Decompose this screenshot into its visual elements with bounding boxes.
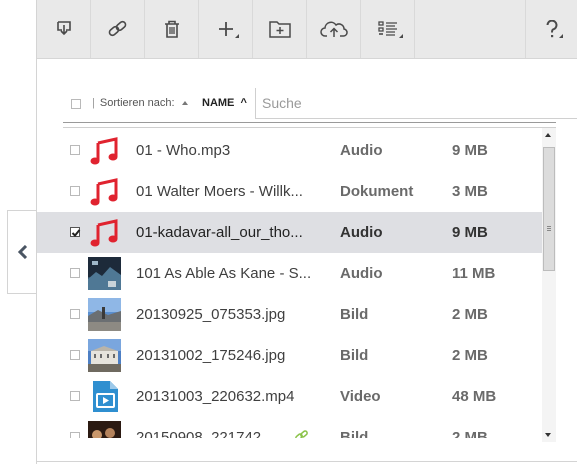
file-size: 11 MB [452, 265, 496, 282]
file-name: 20131002_175246.jpg [136, 347, 286, 364]
file-name: 01 - Who.mp3 [136, 142, 231, 159]
sort-field-toggle[interactable]: NAME ^ [202, 97, 247, 109]
scroll-up-arrow-icon[interactable] [545, 133, 551, 137]
file-row-selected[interactable]: 01-kadavar-all_our_tho... Audio 9 MB [37, 212, 542, 253]
trash-icon [164, 20, 179, 38]
file-type: Bild [340, 347, 369, 364]
add-button[interactable] [199, 0, 253, 58]
row-checkbox[interactable] [70, 309, 80, 319]
dropdown-corner-icon [399, 34, 403, 38]
file-name: 20131003_220632.mp4 [136, 388, 295, 405]
list-view-icon [377, 21, 397, 36]
sort-selector[interactable]: | Sortieren nach: [92, 97, 188, 109]
dropdown-corner-icon [235, 34, 239, 38]
row-checkbox[interactable] [70, 391, 80, 401]
folder-plus-icon [268, 21, 291, 38]
file-row[interactable]: 01 - Who.mp3 Audio 9 MB [37, 130, 542, 171]
file-size: 48 MB [452, 388, 497, 405]
file-row[interactable]: 20130925_075353.jpg Bild 2 MB [37, 294, 542, 335]
shared-link-icon [295, 430, 308, 438]
vertical-scrollbar[interactable] [542, 128, 556, 442]
scroll-down-arrow-icon[interactable] [545, 433, 551, 437]
photo-thumbnail [88, 298, 121, 331]
file-row[interactable]: 20150908_221742 Bild 2 MB [37, 417, 542, 438]
toolbar-spacer [415, 0, 526, 58]
download-button[interactable] [37, 0, 91, 58]
dropdown-corner-icon [559, 34, 563, 38]
file-size: 2 MB [452, 306, 488, 323]
row-checkbox[interactable] [70, 145, 80, 155]
file-name: 20150908_221742 [136, 429, 262, 438]
file-row[interactable]: 101 As Able As Kane - S... Audio 11 MB [37, 253, 542, 294]
file-type: Audio [340, 224, 383, 241]
sort-dropdown-icon [181, 101, 188, 105]
photo-thumbnail [88, 339, 121, 372]
file-name: 101 As Able As Kane - S... [136, 265, 312, 282]
file-size: 9 MB [452, 224, 488, 241]
file-row[interactable]: 20131002_175246.jpg Bild 2 MB [37, 335, 542, 376]
sort-label: Sortieren nach: [99, 97, 175, 109]
download-icon [56, 21, 71, 36]
list-controls: | Sortieren nach: NAME ^ [37, 88, 577, 120]
collapse-panel-tab[interactable] [7, 210, 37, 294]
music-icon [90, 219, 118, 247]
photo-thumbnail [88, 421, 121, 438]
video-file-icon [93, 381, 118, 412]
file-type: Audio [340, 265, 383, 282]
file-list: 01 - Who.mp3 Audio 9 MB 01 Walter Moers … [37, 128, 542, 438]
file-type: Audio [340, 142, 383, 159]
cloud-upload-icon [319, 21, 348, 37]
file-type: Video [340, 388, 381, 405]
file-size: 2 MB [452, 347, 488, 364]
row-checkbox-checked[interactable] [70, 227, 81, 237]
view-mode-button[interactable] [361, 0, 415, 58]
album-cover-thumbnail [88, 257, 121, 290]
scrollbar-thumb[interactable] [543, 147, 555, 271]
sort-direction-icon: ^ [240, 97, 247, 109]
upload-button[interactable] [307, 0, 361, 58]
file-size: 2 MB [452, 429, 488, 438]
plus-icon [218, 22, 233, 36]
file-type: Dokument [340, 183, 414, 200]
chevron-left-icon [17, 245, 27, 259]
music-icon [90, 178, 118, 206]
link-icon [108, 20, 126, 37]
search-input[interactable] [255, 88, 577, 119]
panel-bottom-border [37, 461, 577, 462]
file-name: 01 Walter Moers - Willk... [136, 183, 303, 200]
row-checkbox[interactable] [70, 268, 80, 278]
file-type: Bild [340, 429, 369, 438]
file-row[interactable]: 20131003_220632.mp4 Video 48 MB [37, 376, 542, 417]
share-link-button[interactable] [91, 0, 145, 58]
row-checkbox[interactable] [70, 432, 80, 438]
file-size: 3 MB [452, 183, 488, 200]
select-all-checkbox[interactable] [71, 99, 81, 109]
checkmark-icon [71, 229, 81, 237]
toolbar [37, 0, 577, 59]
music-icon [90, 137, 118, 165]
sort-field: NAME [202, 97, 235, 109]
row-checkbox[interactable] [70, 350, 80, 360]
file-manager-panel: | Sortieren nach: NAME ^ 01 - Who.mp3 Au… [36, 0, 577, 464]
file-type: Bild [340, 306, 369, 323]
row-checkbox[interactable] [70, 186, 80, 196]
delete-button[interactable] [145, 0, 199, 58]
help-icon [546, 20, 558, 38]
file-name: 01-kadavar-all_our_tho... [136, 224, 303, 241]
file-size: 9 MB [452, 142, 488, 159]
help-button[interactable] [526, 0, 577, 58]
new-folder-button[interactable] [253, 0, 307, 58]
file-row[interactable]: 01 Walter Moers - Willk... Dokument 3 MB [37, 171, 542, 212]
file-name: 20130925_075353.jpg [136, 306, 286, 323]
